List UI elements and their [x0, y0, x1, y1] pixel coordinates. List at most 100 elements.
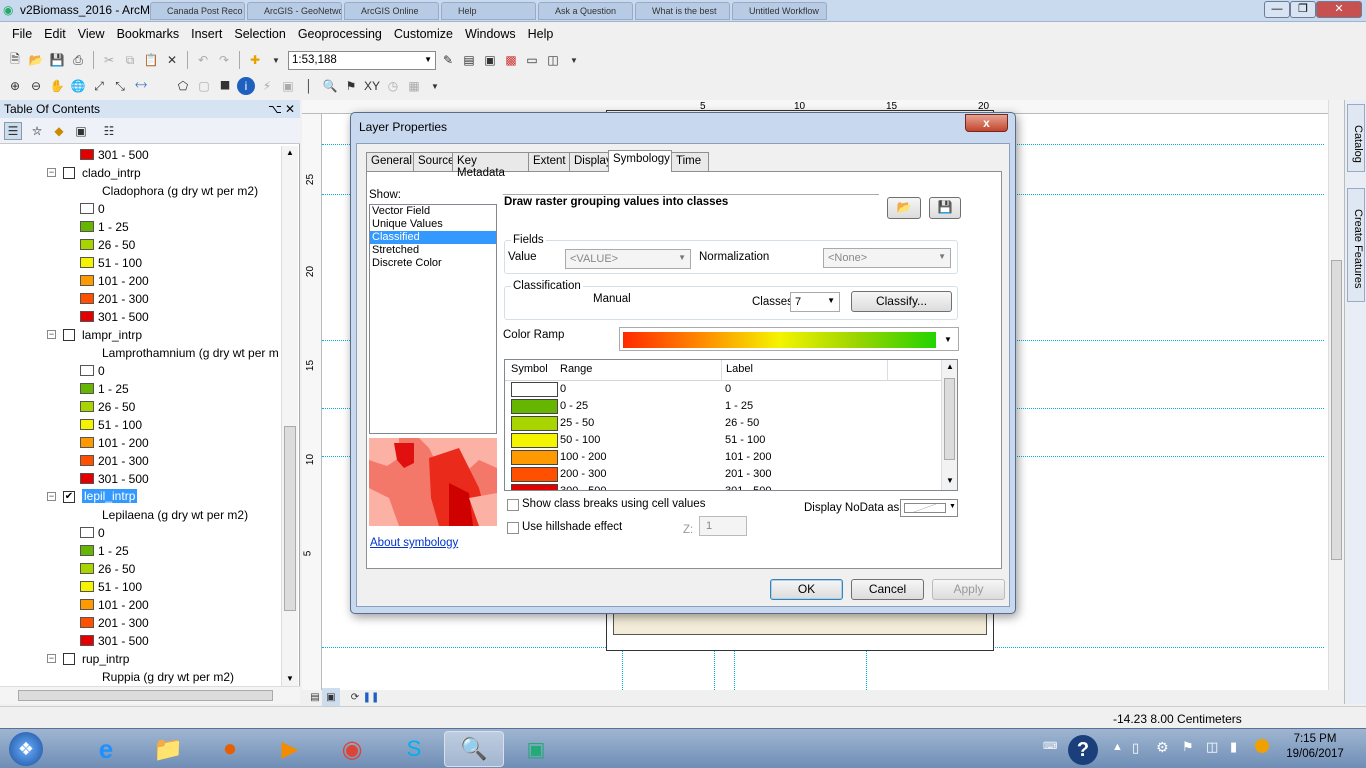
background-tab[interactable]: ArcGIS - GeoNetwork: [247, 2, 342, 20]
layer-name[interactable]: clado_intrp: [82, 166, 141, 180]
editor-toolbar-icon[interactable]: ✎: [439, 51, 457, 69]
time-slider-icon[interactable]: ◷: [384, 77, 402, 95]
class-range[interactable]: 300 - 500: [560, 485, 606, 491]
symbol-class-table[interactable]: Symbol Range Label 000 - 25 1 - 25 25 - 50…: [504, 359, 958, 491]
ok-button[interactable]: OK: [770, 579, 843, 600]
renderer-item[interactable]: Stretched: [370, 244, 496, 257]
signal-icon[interactable]: ▯: [1132, 740, 1139, 756]
about-symbology-link[interactable]: About symbology: [370, 537, 458, 549]
select-elements-icon[interactable]: ⯀: [216, 77, 234, 95]
devices-icon[interactable]: ◫: [1206, 739, 1218, 755]
table-scrollbar[interactable]: ▲ ▼: [941, 360, 958, 490]
update-icon[interactable]: [1255, 739, 1269, 753]
go-to-xy-icon[interactable]: XY: [363, 77, 381, 95]
layer-name[interactable]: lampr_intrp: [82, 328, 142, 342]
cut-icon[interactable]: ✂: [100, 51, 118, 69]
add-data-icon[interactable]: ✚: [246, 51, 264, 69]
class-label[interactable]: 201 - 300: [725, 468, 771, 480]
layout-view-icon[interactable]: ▣: [322, 688, 340, 706]
class-label[interactable]: 101 - 200: [725, 451, 771, 463]
class-row[interactable]: 100 - 200 101 - 200: [505, 449, 957, 466]
map-vertical-scrollbar[interactable]: [1328, 100, 1344, 690]
menu-view[interactable]: View: [72, 24, 111, 46]
toc-horizontal-scrollbar[interactable]: [0, 686, 300, 704]
layer-name[interactable]: rup_intrp: [82, 652, 129, 666]
layer-row[interactable]: − ✔ lepil_intrp: [0, 488, 280, 506]
class-label[interactable]: 0: [725, 383, 731, 395]
z-factor-input[interactable]: 1: [699, 516, 747, 536]
class-label[interactable]: 1 - 25: [725, 400, 753, 412]
start-button[interactable]: ❖: [0, 731, 52, 767]
renderer-item[interactable]: Unique Values: [370, 218, 496, 231]
tab-source[interactable]: Source: [413, 152, 453, 171]
layer-row[interactable]: − lampr_intrp: [0, 326, 280, 344]
list-by-selection-icon[interactable]: ▣: [72, 122, 90, 140]
col-header-range[interactable]: Range: [560, 363, 592, 375]
redo-icon[interactable]: ↷: [215, 51, 233, 69]
layer-visibility-checkbox[interactable]: [63, 329, 75, 341]
layer-name[interactable]: lepil_intrp: [82, 489, 137, 503]
copy-icon[interactable]: ⧉: [121, 51, 139, 69]
class-label[interactable]: 26 - 50: [725, 417, 759, 429]
dialog-close-button[interactable]: x: [965, 114, 1008, 132]
class-range[interactable]: 0 - 25: [560, 400, 588, 412]
class-row[interactable]: 50 - 100 51 - 100: [505, 432, 957, 449]
fixed-zoom-in-icon[interactable]: ⤢: [90, 77, 108, 95]
renderer-item[interactable]: Vector Field: [370, 205, 496, 218]
menu-geoprocessing[interactable]: Geoprocessing: [292, 24, 388, 46]
keyboard-icon[interactable]: ⌨: [1043, 741, 1057, 752]
class-symbol-swatch[interactable]: [511, 382, 558, 397]
firefox-icon[interactable]: ●: [200, 731, 260, 767]
class-range[interactable]: 200 - 300: [560, 468, 606, 480]
paste-icon[interactable]: 📋: [142, 51, 160, 69]
menu-selection[interactable]: Selection: [228, 24, 291, 46]
clear-selection-icon[interactable]: ▢: [195, 77, 213, 95]
chrome-icon[interactable]: ◉: [322, 731, 382, 767]
identify-icon[interactable]: i: [237, 77, 255, 95]
legend-swatch[interactable]: [80, 473, 94, 484]
background-tab[interactable]: Canada Post Reco: [150, 2, 245, 20]
back-extent-icon[interactable]: 🡘: [132, 77, 150, 95]
toc-options-icon[interactable]: ☷: [100, 122, 118, 140]
class-range[interactable]: 25 - 50: [560, 417, 594, 429]
save-icon[interactable]: 💾: [48, 51, 66, 69]
model-builder-icon[interactable]: ◫: [544, 51, 562, 69]
menu-edit[interactable]: Edit: [38, 24, 72, 46]
tab-time[interactable]: Time: [671, 152, 709, 171]
minimize-button[interactable]: —: [1264, 1, 1290, 18]
menu-customize[interactable]: Customize: [388, 24, 459, 46]
pan-icon[interactable]: ✋: [48, 77, 66, 95]
find-icon[interactable]: 🔍: [321, 77, 339, 95]
full-extent-icon[interactable]: 🌐: [69, 77, 87, 95]
layer-visibility-checkbox[interactable]: [63, 653, 75, 665]
layer-row[interactable]: − clado_intrp: [0, 164, 280, 182]
delete-icon[interactable]: ✕: [163, 51, 181, 69]
background-tab[interactable]: What is the best: [635, 2, 730, 20]
map-scale-combo[interactable]: 1:53,188 ▼: [288, 51, 436, 70]
list-by-drawing-order-icon[interactable]: ☰: [4, 122, 22, 140]
class-symbol-swatch[interactable]: [511, 433, 558, 448]
cancel-button[interactable]: Cancel: [851, 579, 924, 600]
class-row[interactable]: 25 - 50 26 - 50: [505, 415, 957, 432]
class-label[interactable]: 51 - 100: [725, 434, 765, 446]
class-row[interactable]: 300 - 500 301 - 500: [505, 483, 957, 491]
flag-icon[interactable]: ⚑: [1182, 739, 1194, 755]
scroll-down-icon[interactable]: ▼: [946, 476, 954, 485]
legend-swatch[interactable]: [80, 365, 94, 376]
table-of-contents-icon[interactable]: ▤: [460, 51, 478, 69]
value-field-combo[interactable]: <VALUE> ▼: [565, 249, 691, 269]
legend-swatch[interactable]: [80, 311, 94, 322]
internet-explorer-icon[interactable]: e: [76, 731, 136, 767]
image-viewer-icon[interactable]: ▣: [506, 731, 566, 767]
legend-swatch[interactable]: [80, 257, 94, 268]
legend-swatch[interactable]: [80, 419, 94, 430]
catalog-icon[interactable]: ▣: [481, 51, 499, 69]
scroll-up-icon[interactable]: ▲: [286, 148, 294, 157]
class-symbol-swatch[interactable]: [511, 484, 558, 491]
classify-button[interactable]: Classify...: [851, 291, 952, 312]
legend-swatch[interactable]: [80, 545, 94, 556]
legend-swatch[interactable]: [80, 239, 94, 250]
create-features-tab[interactable]: Create Features: [1347, 188, 1365, 302]
pin-icon[interactable]: ⌥: [268, 102, 282, 116]
legend-swatch[interactable]: [80, 635, 94, 646]
